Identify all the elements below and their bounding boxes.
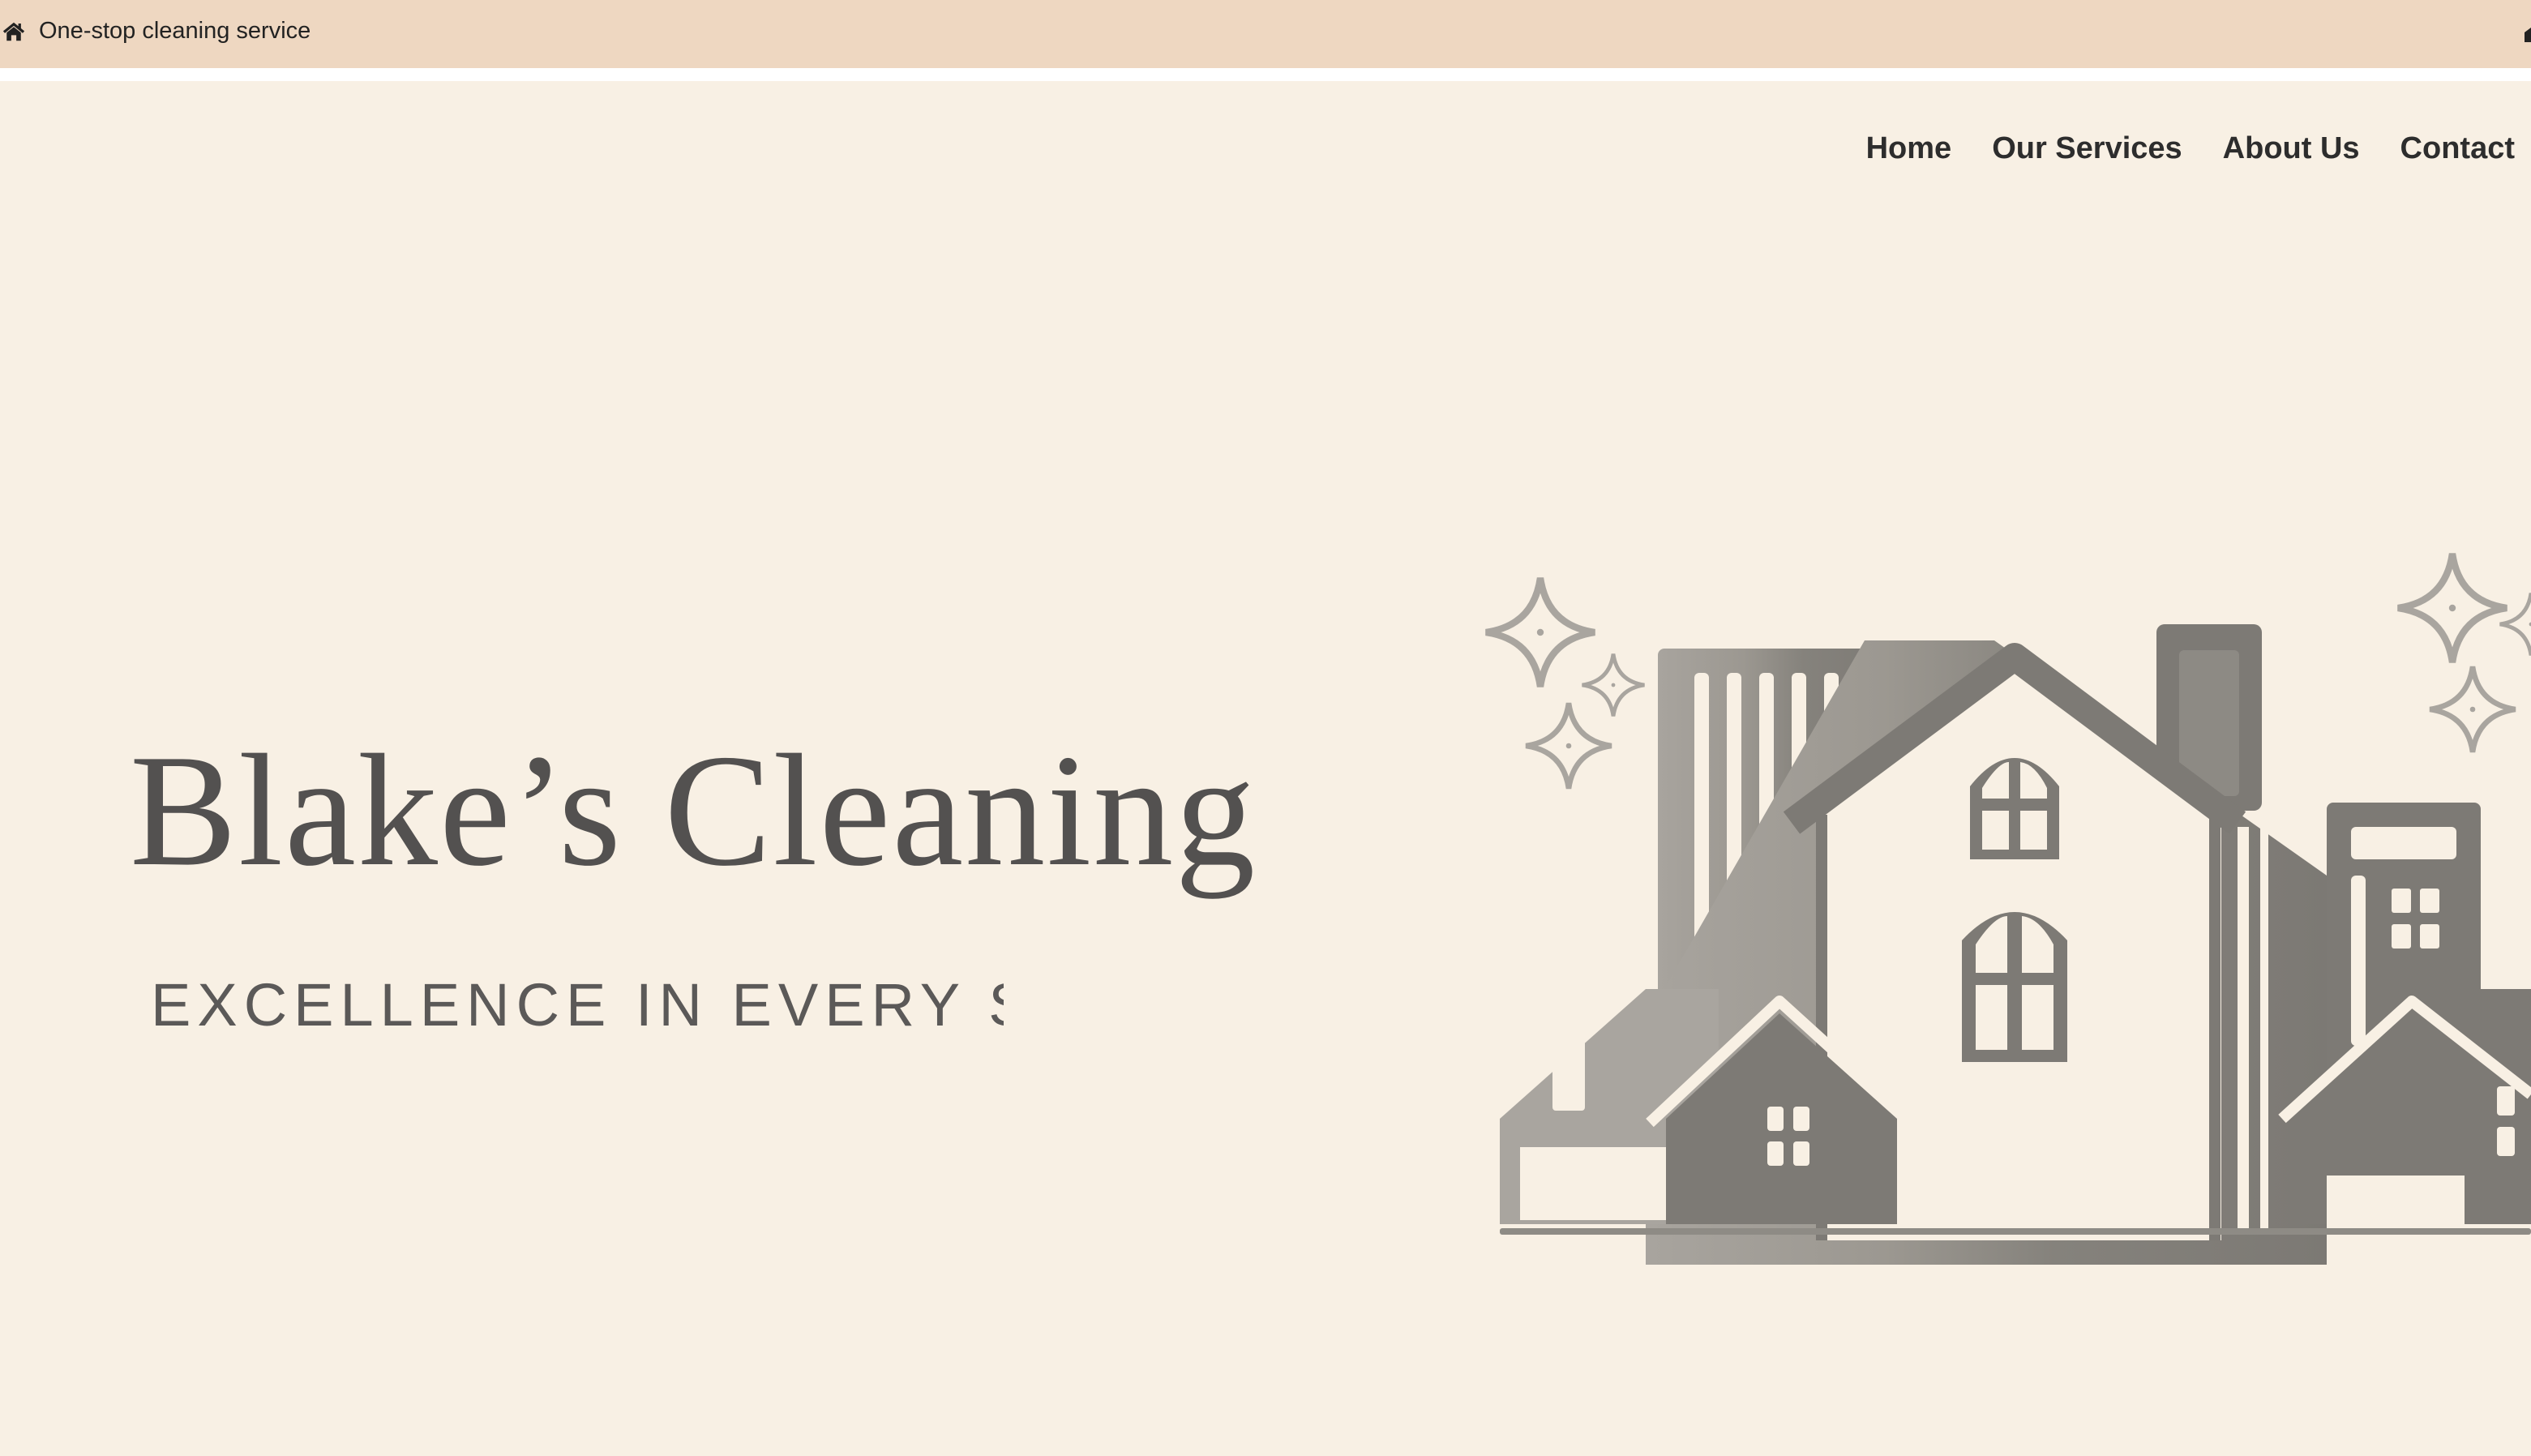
nav-our-services[interactable]: Our Services xyxy=(1992,130,2182,167)
nav-home[interactable]: Home xyxy=(1866,130,1952,167)
top-announcement-bar: One-stop cleaning service xyxy=(0,0,2531,68)
houses-illustration xyxy=(1475,535,2531,1265)
logo-title: Blake’s Cleaning xyxy=(130,722,1257,899)
hero-section: Home Our Services About Us Contact Blake… xyxy=(0,81,2531,1456)
main-navigation: Home Our Services About Us Contact xyxy=(1826,130,2515,167)
nav-about-us[interactable]: About Us xyxy=(2223,130,2360,167)
nav-contact[interactable]: Contact xyxy=(2400,130,2515,167)
home-icon xyxy=(2,22,25,41)
logo-tagline: EXCELLENCE IN EVERY SWE xyxy=(151,971,1004,1038)
logo-tagline-container: EXCELLENCE IN EVERY SWE xyxy=(151,965,1004,1046)
partial-icon xyxy=(2525,28,2531,42)
tagline-text: One-stop cleaning service xyxy=(39,18,311,44)
